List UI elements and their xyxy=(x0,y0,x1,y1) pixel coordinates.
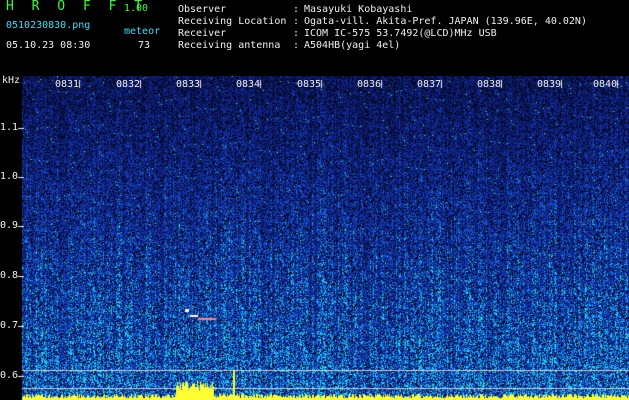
receiver-colon: : xyxy=(293,28,300,39)
y-tick-label: 0.6 xyxy=(0,370,19,381)
mode-label: meteor xyxy=(124,26,161,37)
observer-colon: : xyxy=(293,4,300,15)
location-colon: : xyxy=(293,16,300,27)
time-tick-label: 0835 xyxy=(297,79,322,90)
receiver-label: Receiver xyxy=(178,28,227,39)
time-tick-label: 0832 xyxy=(116,79,141,90)
antenna-label: Receiving antenna xyxy=(178,40,281,51)
spectrogram-canvas xyxy=(0,76,629,400)
header-panel: H R O F F T 1.00 0510230830.png meteor 0… xyxy=(0,0,629,76)
detection-count: 73 xyxy=(138,40,151,51)
time-tick-label: 0833 xyxy=(176,79,201,90)
y-tick-label: 1.0 xyxy=(0,171,19,182)
y-tick-label: 0.7 xyxy=(0,320,19,331)
y-tick-label: 0.9 xyxy=(0,220,19,231)
time-tick-label: 0834 xyxy=(236,79,261,90)
receiver-value: ICOM IC-575 53.7492(@LCD)MHz USB xyxy=(304,28,497,39)
time-tick-label: 0840 xyxy=(593,79,618,90)
location-label: Receiving Location xyxy=(178,16,287,27)
time-tick-label: 0836 xyxy=(357,79,382,90)
file-name: 0510230830.png xyxy=(6,20,91,31)
date-time: 05.10.23 08:30 xyxy=(6,40,91,51)
antenna-colon: : xyxy=(293,40,300,51)
time-tick-label: 0839 xyxy=(537,79,562,90)
observer-label: Observer xyxy=(178,4,227,15)
y-axis-unit: kHz xyxy=(2,75,21,86)
app-version: 1.00 xyxy=(124,3,149,14)
location-value: Ogata-vill. Akita-Pref. JAPAN (139.96E, … xyxy=(304,16,587,27)
y-tick-label: 0.8 xyxy=(0,270,19,281)
time-tick-label: 0831 xyxy=(55,79,80,90)
time-tick-label: 0838 xyxy=(477,79,502,90)
observer-value: Masayuki Kobayashi xyxy=(304,4,413,15)
time-tick-label: 0837 xyxy=(417,79,442,90)
y-tick-label: 1.1 xyxy=(0,122,19,133)
antenna-value: A504HB(yagi 4el) xyxy=(304,40,401,51)
